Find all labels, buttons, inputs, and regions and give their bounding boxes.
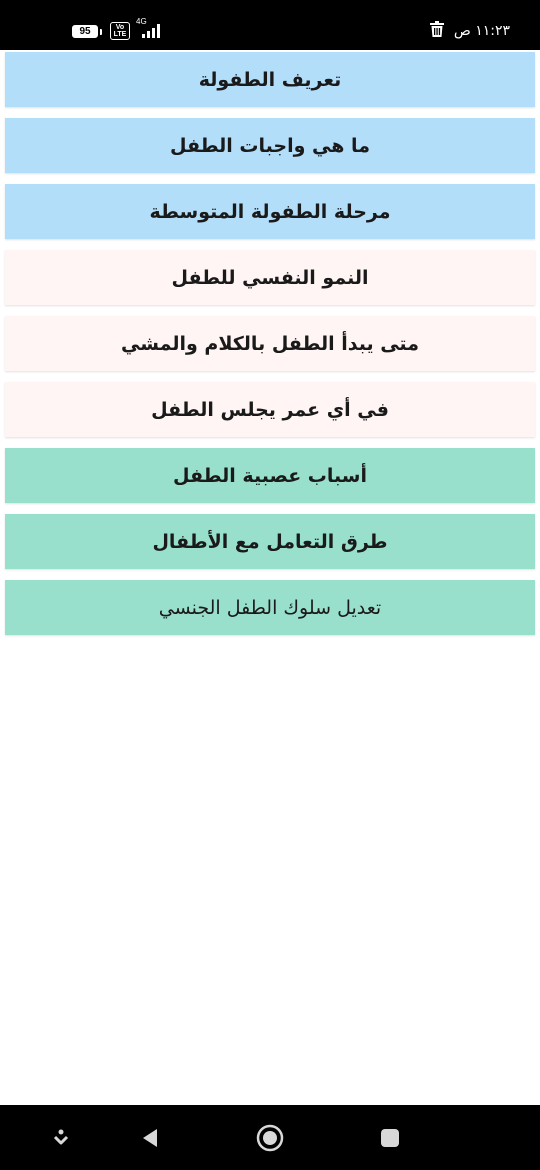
list-item[interactable]: أسباب عصبية الطفل: [5, 448, 535, 503]
list-item[interactable]: في أي عمر يجلس الطفل: [5, 382, 535, 437]
trash-icon: [429, 21, 444, 41]
volte-icon: Vo LTE: [110, 22, 130, 40]
list-item[interactable]: متى يبدأ الطفل بالكلام والمشي: [5, 316, 535, 371]
home-circle-icon[interactable]: [255, 1123, 285, 1153]
list-item[interactable]: مرحلة الطفولة المتوسطة: [5, 184, 535, 239]
battery-level: 95: [79, 25, 91, 37]
signal-icon: 4G: [136, 17, 166, 40]
list-item[interactable]: تعديل سلوك الطفل الجنسي: [5, 580, 535, 635]
status-bar: 95 Vo LTE 4G ١١:٢٣ ص: [0, 0, 540, 50]
battery-icon: 95: [72, 24, 102, 38]
back-triangle-icon[interactable]: [135, 1123, 165, 1153]
recents-square-icon[interactable]: [375, 1123, 405, 1153]
list-item[interactable]: طرق التعامل مع الأطفال: [5, 514, 535, 569]
list-item[interactable]: النمو النفسي للطفل: [5, 250, 535, 305]
status-right: ١١:٢٣ ص: [429, 20, 510, 42]
topics-list: تعريف الطفولة ما هي واجبات الطفل مرحلة ا…: [5, 52, 535, 646]
clock: ١١:٢٣ ص: [453, 23, 510, 39]
download-arrow-icon[interactable]: [46, 1123, 76, 1153]
list-item[interactable]: ما هي واجبات الطفل: [5, 118, 535, 173]
list-item[interactable]: تعريف الطفولة: [5, 52, 535, 107]
navigation-bar: [0, 1105, 540, 1170]
status-icons-left: 95 Vo LTE 4G: [72, 17, 166, 42]
